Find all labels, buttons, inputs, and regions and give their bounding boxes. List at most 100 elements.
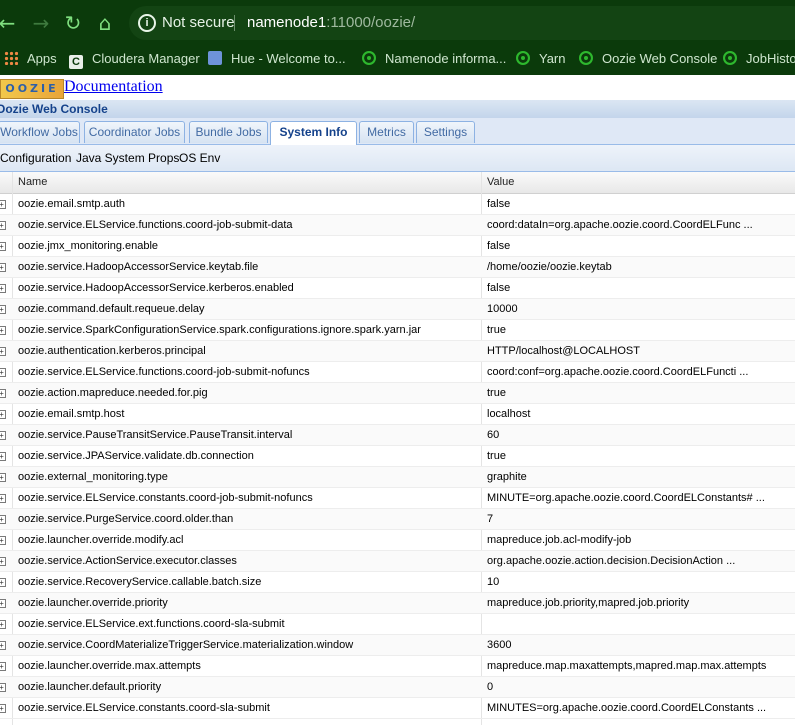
configuration-button[interactable]: Configuration (0, 151, 71, 165)
apps-grid-icon (4, 51, 18, 65)
table-row[interactable]: + oozie.command.default.requeue.delay 1000… (0, 299, 795, 320)
property-value: /home/oozie/oozie.keytab (487, 261, 612, 273)
expand-row-icon[interactable]: + (0, 578, 6, 587)
table-row[interactable]: + oozie.service.RecoveryService.callable.… (0, 572, 795, 593)
property-value: false (487, 198, 511, 210)
property-name: oozie.service.HadoopAccessorService.keyt… (18, 261, 259, 273)
tab-workflow-jobs[interactable]: Workflow Jobs (0, 121, 80, 143)
expand-row-icon[interactable]: + (0, 389, 6, 398)
bookmark-namenode[interactable]: Namenode informa... (362, 49, 506, 69)
tab-coordinator-jobs[interactable]: Coordinator Jobs (84, 121, 185, 143)
property-name: oozie.service.JPAService.validate.db.con… (18, 450, 254, 462)
table-row[interactable]: + oozie.service.ELService.constants.coord… (0, 488, 795, 509)
expand-row-icon[interactable]: + (0, 662, 6, 671)
table-row[interactable]: + oozie.launcher.override.max.attempts map… (0, 656, 795, 677)
bookmark-oozie-web-console[interactable]: Oozie Web Console (579, 49, 717, 69)
tab-bundle-jobs[interactable]: Bundle Jobs (189, 121, 268, 143)
table-row[interactable]: + oozie.service.ELService.ext.functions.c… (0, 614, 795, 635)
table-row[interactable]: + oozie.service.ActionService.executor.cl… (0, 551, 795, 572)
bookmarks-bar: Apps C Cloudera Manager Hue - Welcome to.… (0, 45, 795, 73)
bookmark-jobhistory[interactable]: JobHistor (723, 49, 795, 69)
info-icon[interactable]: i (138, 14, 156, 32)
expand-row-icon[interactable]: + (0, 347, 6, 356)
table-row[interactable]: + oozie.launcher.override.modify.acl mapre… (0, 530, 795, 551)
table-row[interactable]: + oozie.service.CoordMaterializeTriggerSe… (0, 635, 795, 656)
table-row[interactable]: + oozie.authentication.kerberos.principal… (0, 341, 795, 362)
globe-icon (516, 51, 530, 65)
column-header-value[interactable]: Value (481, 172, 795, 193)
table-row[interactable]: + oozie.action.mapreduce.needed.for.pig tr… (0, 383, 795, 404)
table-row[interactable]: + oozie.email.smtp.host localhost (0, 404, 795, 425)
table-row[interactable]: + oozie.service.HadoopAccessorService.ker… (0, 278, 795, 299)
property-value: coord:dataIn=org.apache.oozie.coord.Coor… (487, 219, 753, 231)
hue-icon (208, 51, 222, 65)
table-row[interactable]: + oozie.service.HadoopAccessorService.key… (0, 257, 795, 278)
reload-icon[interactable]: ↻ (62, 12, 84, 34)
table-row[interactable]: + oozie.service.ELService.constants.coord… (0, 698, 795, 719)
property-name: oozie.launcher.override.max.attempts (18, 660, 201, 672)
expand-row-icon[interactable]: + (0, 242, 6, 251)
expand-row-icon[interactable]: + (0, 536, 6, 545)
expand-row-icon[interactable]: + (0, 221, 6, 230)
expand-row-icon[interactable]: + (0, 515, 6, 524)
table-row[interactable]: + oozie.jmx_monitoring.enable false (0, 236, 795, 257)
expand-row-icon[interactable]: + (0, 200, 6, 209)
table-row[interactable]: + oozie.service.JPAService.validate.db.co… (0, 446, 795, 467)
bookmark-apps[interactable]: Apps (4, 49, 57, 69)
back-arrow-icon[interactable]: ← (0, 12, 18, 34)
documentation-link[interactable]: Documentation (64, 78, 163, 96)
table-row[interactable]: + oozie.launcher.override.priority mapredu… (0, 593, 795, 614)
property-name: oozie.service.ELService.constants.coord-… (18, 702, 270, 714)
property-name: oozie.launcher.override.priority (18, 597, 168, 609)
expand-row-icon[interactable]: + (0, 410, 6, 419)
table-row[interactable]: + oozie.service.PurgeService.coord.older.… (0, 509, 795, 530)
os-env-button[interactable]: OS Env (179, 151, 220, 165)
globe-icon (362, 51, 376, 65)
property-name: oozie.service.ELService.functions.coord-… (18, 219, 293, 231)
property-value: org.apache.oozie.action.decision.Decisio… (487, 555, 736, 567)
expand-row-icon[interactable]: + (0, 683, 6, 692)
expand-row-icon[interactable]: + (0, 494, 6, 503)
url-text[interactable]: namenode1:11000/oozie/ (247, 14, 415, 31)
table-row[interactable]: + oozie.service.SparkConfigurationService… (0, 320, 795, 341)
property-value: graphite (487, 471, 527, 483)
tab-settings[interactable]: Settings (416, 121, 475, 143)
expand-row-icon[interactable]: + (0, 557, 6, 566)
property-value: mapreduce.map.maxattempts,mapred.map.max… (487, 660, 767, 672)
property-value: true (487, 324, 506, 336)
tab-metrics[interactable]: Metrics (359, 121, 414, 143)
expand-row-icon[interactable]: + (0, 452, 6, 461)
browser-toolbar: ← → ↻ ⌂ i Not secure namenode1:11000/ooz… (0, 0, 795, 45)
tab-system-info[interactable]: System Info (270, 121, 357, 145)
table-row[interactable]: + oozie.email.smtp.auth false (0, 194, 795, 215)
bookmark-hue[interactable]: Hue - Welcome to... (208, 49, 346, 69)
expand-row-icon[interactable]: + (0, 263, 6, 272)
table-row[interactable]: + oozie.launcher.default.priority 0 (0, 677, 795, 698)
address-bar[interactable]: i Not secure namenode1:11000/oozie/ (129, 6, 795, 40)
security-label: Not secure (162, 14, 235, 31)
expand-row-icon[interactable]: + (0, 620, 6, 629)
expand-row-icon[interactable]: + (0, 326, 6, 335)
property-name: oozie.service.PurgeService.coord.older.t… (18, 513, 234, 525)
bookmark-cloudera-manager[interactable]: C Cloudera Manager (69, 49, 200, 69)
home-icon[interactable]: ⌂ (94, 12, 116, 34)
property-name: oozie.launcher.override.modify.acl (18, 534, 184, 546)
expand-row-icon[interactable]: + (0, 641, 6, 650)
table-row[interactable]: + oozie.service.PauseTransitService.Pause… (0, 425, 795, 446)
bookmark-yarn[interactable]: Yarn (516, 49, 566, 69)
expand-row-icon[interactable]: + (0, 305, 6, 314)
system-info-toolbar: Configuration Java System Props OS Env (0, 145, 795, 172)
expand-row-icon[interactable]: + (0, 704, 6, 713)
table-row[interactable]: + oozie.service.ELService.functions.coord… (0, 215, 795, 236)
forward-arrow-icon[interactable]: → (30, 12, 52, 34)
table-row[interactable]: + oozie.service.ELService.functions.coord… (0, 362, 795, 383)
expand-row-icon[interactable]: + (0, 599, 6, 608)
expand-row-icon[interactable]: + (0, 368, 6, 377)
expand-row-icon[interactable]: + (0, 431, 6, 440)
column-header-name[interactable]: Name (12, 172, 481, 193)
expand-row-icon[interactable]: + (0, 284, 6, 293)
java-system-props-button[interactable]: Java System Props (76, 151, 179, 165)
table-row[interactable]: + oozie.external_monitoring.type graphite (0, 467, 795, 488)
expand-row-icon[interactable]: + (0, 473, 6, 482)
property-value: 3600 (487, 639, 512, 651)
